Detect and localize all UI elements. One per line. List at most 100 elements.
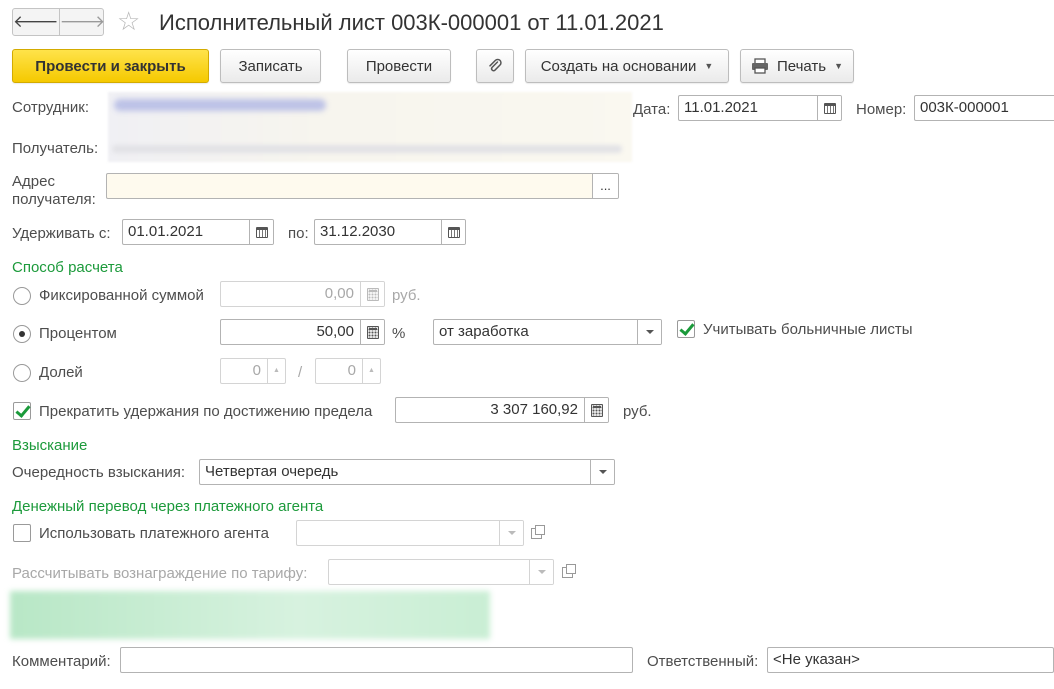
calculator-icon <box>366 287 379 301</box>
post-button[interactable]: Провести <box>347 49 451 83</box>
limit-field[interactable]: 3 307 160,92 <box>395 397 609 423</box>
number-field[interactable]: 003К-000001 <box>914 95 1054 121</box>
employee-label: Сотрудник: <box>12 99 90 116</box>
priority-value: Четвертая очередь <box>205 463 339 480</box>
address-select-button[interactable]: ... <box>592 174 618 198</box>
share-denominator-spinner[interactable]: ▲▼ <box>362 359 380 383</box>
use-agent-label: Использовать платежного агента <box>39 525 269 542</box>
percent-base-dropdown-button[interactable] <box>637 320 661 344</box>
open-icon <box>561 563 576 578</box>
print-button[interactable]: Печать ▼ <box>740 49 854 83</box>
fixed-amount-unit: руб. <box>392 287 421 304</box>
forward-button[interactable]: 🡒 <box>58 9 106 35</box>
calendar-icon <box>255 226 268 238</box>
dropdown-arrow-icon: ▼ <box>704 61 714 71</box>
print-label: Печать <box>776 57 827 75</box>
percent-value: 50,00 <box>316 323 354 340</box>
responsible-field[interactable]: <Не указан> <box>767 647 1054 673</box>
employee-redacted-value <box>114 99 326 111</box>
fixed-amount-field[interactable]: 0,00 <box>220 281 385 307</box>
date-label: Дата: <box>633 101 671 118</box>
calculator-icon <box>590 403 603 417</box>
arrow-right-icon: 🡒 <box>59 12 106 31</box>
share-numerator-spinner[interactable]: ▲▼ <box>267 359 285 383</box>
redacted-info-block <box>10 591 490 639</box>
calc-method-section-title: Способ расчета <box>12 259 123 276</box>
withhold-from-field[interactable]: 01.01.2021 <box>122 219 274 245</box>
create-based-on-label: Создать на основании <box>540 57 697 75</box>
tariff-open-button[interactable] <box>555 559 579 585</box>
priority-select[interactable]: Четвертая очередь <box>199 459 615 485</box>
payment-agent-section-title: Денежный перевод через платежного агента <box>12 498 324 515</box>
priority-dropdown-button[interactable] <box>590 460 614 484</box>
limit-unit: руб. <box>623 403 652 420</box>
number-label: Номер: <box>856 101 907 118</box>
arrow-left-icon: 🡐 <box>13 12 59 31</box>
fixed-amount-value: 0,00 <box>324 285 354 302</box>
share-label: Долей <box>39 364 83 381</box>
recipient-redacted-value <box>112 145 622 153</box>
percent-calculator-button[interactable] <box>360 320 384 344</box>
share-denominator-field[interactable]: 0 ▲▼ <box>315 358 381 384</box>
comment-field[interactable] <box>120 647 633 673</box>
tariff-dropdown-button[interactable] <box>529 560 553 584</box>
open-icon <box>530 524 545 539</box>
number-value: 003К-000001 <box>920 99 1009 116</box>
fixed-amount-calculator-button[interactable] <box>360 282 384 306</box>
post-and-close-button[interactable]: Провести и закрыть <box>12 49 209 83</box>
agent-dropdown-button[interactable] <box>499 521 523 545</box>
calendar-icon <box>823 102 836 114</box>
spin-up-icon[interactable]: ▲ <box>268 359 285 383</box>
limit-checkbox[interactable] <box>13 402 31 420</box>
withhold-from-label: Удерживать с: <box>12 225 111 242</box>
withhold-from-calendar-button[interactable] <box>249 220 273 244</box>
percent-base-value: от заработка <box>439 323 529 340</box>
date-value: 11.01.2021 <box>684 99 758 116</box>
date-field[interactable]: 11.01.2021 <box>678 95 842 121</box>
paperclip-icon <box>489 58 502 72</box>
attach-button[interactable] <box>476 49 514 83</box>
limit-calculator-button[interactable] <box>584 398 608 422</box>
percent-base-select[interactable]: от заработка <box>433 319 662 345</box>
use-agent-checkbox[interactable] <box>13 524 31 542</box>
share-numerator-value: 0 <box>252 362 261 379</box>
spin-up-icon[interactable]: ▲ <box>363 359 380 383</box>
create-based-on-button[interactable]: Создать на основании ▼ <box>525 49 729 83</box>
sick-leave-checkbox[interactable] <box>677 320 695 338</box>
dropdown-arrow-icon <box>598 470 607 474</box>
share-radio[interactable] <box>13 364 31 382</box>
withhold-to-calendar-button[interactable] <box>441 220 465 244</box>
dropdown-arrow-icon <box>537 570 546 574</box>
withhold-to-label: по: <box>288 225 309 242</box>
address-label-line2: получателя: <box>12 191 96 208</box>
address-field[interactable]: ... <box>106 173 619 199</box>
dropdown-arrow-icon <box>645 330 654 334</box>
star-icon[interactable]: ☆ <box>117 7 140 35</box>
date-calendar-button[interactable] <box>817 96 841 120</box>
tariff-label: Рассчитывать вознаграждение по тарифу: <box>12 565 308 582</box>
dropdown-arrow-icon <box>507 531 516 535</box>
page-title: Исполнительный лист 003К-000001 от 11.01… <box>159 10 664 35</box>
comment-label: Комментарий: <box>12 653 111 670</box>
dropdown-arrow-icon: ▼ <box>834 61 844 71</box>
limit-label: Прекратить удержания по достижению преде… <box>39 403 373 420</box>
withhold-to-field[interactable]: 31.12.2030 <box>314 219 466 245</box>
recipient-label: Получатель: <box>12 140 99 157</box>
share-numerator-field[interactable]: 0 ▲▼ <box>220 358 286 384</box>
recovery-section-title: Взыскание <box>12 437 88 454</box>
agent-open-button[interactable] <box>524 520 548 546</box>
percent-field[interactable]: 50,00 <box>220 319 385 345</box>
tariff-select[interactable] <box>328 559 554 585</box>
agent-select[interactable] <box>296 520 524 546</box>
withhold-to-value: 31.12.2030 <box>320 223 396 240</box>
limit-value: 3 307 160,92 <box>490 401 578 418</box>
navigation-buttons: 🡐 🡒 <box>12 8 106 36</box>
select-ellipsis: ... <box>600 178 611 193</box>
fixed-amount-radio[interactable] <box>13 287 31 305</box>
calendar-icon <box>447 226 460 238</box>
address-label-line1: Адрес <box>12 173 55 190</box>
printer-icon <box>751 58 768 74</box>
percent-radio[interactable] <box>13 325 31 343</box>
save-button[interactable]: Записать <box>220 49 321 83</box>
back-button[interactable]: 🡐 <box>13 9 59 35</box>
